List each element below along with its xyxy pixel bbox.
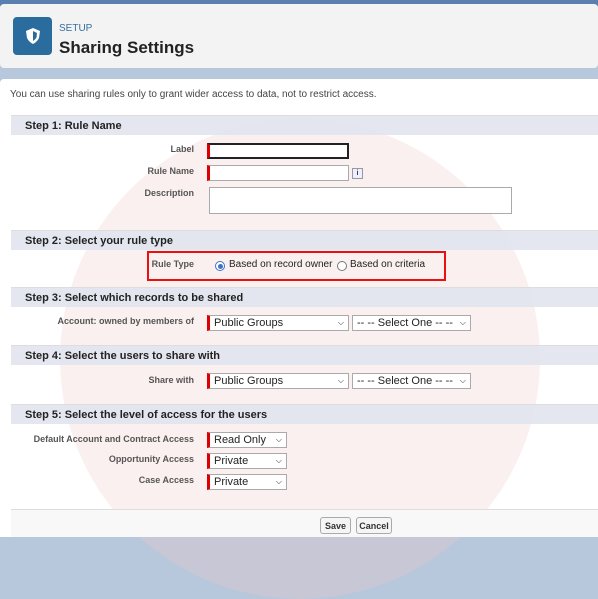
info-text: You can use sharing rules only to grant … (10, 89, 377, 100)
step4-header: Step 4: Select the users to share with (11, 345, 598, 365)
rule-name-input[interactable] (207, 165, 349, 181)
description-textarea[interactable] (209, 187, 512, 214)
case-access-select[interactable]: Private ⌵ (207, 474, 287, 490)
select-value: Public Groups (214, 375, 284, 387)
step1-header: Step 1: Rule Name (11, 115, 598, 135)
account-owner-type-select[interactable]: Public Groups ⌵ (207, 315, 349, 331)
chevron-down-icon: ⌵ (459, 318, 466, 327)
page-header: SETUP Sharing Settings (0, 4, 598, 68)
rule-type-label: Rule Type (151, 259, 194, 269)
share-with-select[interactable]: -- -- Select One -- -- ⌵ (352, 373, 471, 389)
header-eyebrow: SETUP (59, 23, 93, 34)
account-access-select[interactable]: Read Only ⌵ (207, 432, 287, 448)
share-with-type-select[interactable]: Public Groups ⌵ (207, 373, 349, 389)
step3-header: Step 3: Select which records to be share… (11, 287, 598, 307)
radio-record-owner[interactable] (215, 261, 225, 271)
button-bar (11, 510, 598, 537)
page-title: Sharing Settings (59, 38, 195, 57)
case-access-label: Case Access (138, 475, 194, 485)
share-with-label: Share with (148, 375, 194, 385)
content-panel: You can use sharing rules only to grant … (0, 79, 598, 599)
rule-name-label: Rule Name (147, 166, 194, 176)
opportunity-access-select[interactable]: Private ⌵ (207, 453, 287, 469)
radio-record-owner-label: Based on record owner (229, 259, 333, 270)
step5-header: Step 5: Select the level of access for t… (11, 404, 598, 424)
chevron-down-icon: ⌵ (337, 376, 344, 385)
radio-criteria[interactable] (337, 261, 347, 271)
account-owner-select[interactable]: -- -- Select One -- -- ⌵ (352, 315, 471, 331)
account-owned-label: Account: owned by members of (57, 316, 194, 326)
chevron-down-icon: ⌵ (275, 456, 282, 465)
chevron-down-icon: ⌵ (337, 318, 344, 327)
account-access-label: Default Account and Contract Access (33, 434, 194, 444)
divider (11, 509, 598, 510)
cancel-button[interactable]: Cancel (356, 517, 392, 534)
step2-header: Step 2: Select your rule type (11, 230, 598, 250)
save-button[interactable]: Save (320, 517, 351, 534)
select-value: Private (214, 455, 249, 467)
label-input[interactable] (207, 143, 349, 159)
chevron-down-icon: ⌵ (275, 435, 282, 444)
radio-criteria-label: Based on criteria (350, 259, 426, 270)
opportunity-access-label: Opportunity Access (108, 454, 194, 464)
chevron-down-icon: ⌵ (459, 376, 466, 385)
shield-icon (13, 17, 52, 55)
label-label: Label (170, 144, 194, 154)
info-icon[interactable]: i (352, 168, 363, 179)
description-label: Description (144, 188, 194, 198)
select-value: Public Groups (214, 317, 284, 329)
select-value: Read Only (214, 434, 266, 446)
select-value: Private (214, 476, 249, 488)
chevron-down-icon: ⌵ (275, 477, 282, 486)
select-value: -- -- Select One -- -- (357, 317, 453, 329)
select-value: -- -- Select One -- -- (357, 375, 453, 387)
